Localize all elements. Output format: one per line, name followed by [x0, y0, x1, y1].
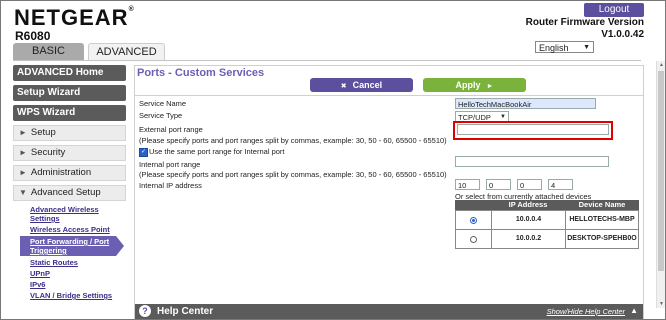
scrollbar-thumb[interactable]: [658, 71, 664, 271]
language-value: English: [539, 43, 569, 53]
table-header-select: [455, 200, 491, 210]
sidebar-item-setup[interactable]: ► Setup: [13, 125, 126, 141]
internal-port-hint: (Please specify ports and port ranges sp…: [139, 170, 447, 179]
sidebar: ADVANCED Home Setup Wizard WPS Wizard ► S…: [13, 65, 127, 302]
sidebar-item-security[interactable]: ► Security: [13, 145, 126, 161]
same-range-label: Use the same port range for Internal por…: [149, 147, 285, 156]
sidebar-item-label: Security: [30, 147, 66, 158]
close-icon: ✖: [340, 83, 347, 90]
device-radio[interactable]: [470, 216, 477, 224]
chevron-right-icon: ►: [19, 148, 27, 157]
tab-advanced[interactable]: ADVANCED: [88, 43, 165, 61]
firmware-version: V1.0.0.42: [601, 29, 644, 40]
sidebar-item-advanced-setup[interactable]: ▼ Advanced Setup: [13, 185, 126, 201]
table-header-device: Device Name: [565, 200, 639, 210]
help-icon: ?: [139, 305, 151, 317]
submenu-advanced-wireless[interactable]: Advanced Wireless Settings: [30, 205, 127, 223]
chevron-up-icon: ▲: [630, 306, 638, 315]
service-name-label: Service Name: [139, 99, 187, 108]
main-content: Ports - Custom Services ✖ Cancel Apply ► S…: [134, 65, 644, 319]
advanced-setup-submenu: Advanced Wireless Settings Wireless Acce…: [13, 205, 127, 300]
netgear-logo: NETGEAR®: [14, 5, 135, 30]
firmware-label: Router Firmware Version: [525, 17, 644, 28]
external-port-hint: (Please specify ports and port ranges sp…: [139, 136, 447, 145]
submenu-upnp[interactable]: UPnP: [30, 269, 127, 278]
chevron-down-icon: ▼: [583, 44, 590, 51]
router-admin-window: NETGEAR® R6080 Logout Router Firmware Ve…: [0, 0, 666, 320]
internal-ip-label: Internal IP address: [139, 181, 202, 190]
sidebar-item-label: Advanced Setup: [30, 187, 101, 198]
submenu-vlan[interactable]: VLAN / Bridge Settings: [30, 291, 127, 300]
submenu-wireless-ap[interactable]: Wireless Access Point: [30, 225, 127, 234]
logout-button[interactable]: Logout: [584, 3, 644, 17]
chevron-right-icon: ►: [19, 168, 27, 177]
sidebar-item-wps-wizard[interactable]: WPS Wizard: [13, 105, 126, 121]
external-port-input[interactable]: [457, 124, 609, 135]
submenu-ipv6[interactable]: IPv6: [30, 280, 127, 289]
submenu-static-routes[interactable]: Static Routes: [30, 258, 127, 267]
sidebar-item-setup-wizard[interactable]: Setup Wizard: [13, 85, 126, 101]
table-header-ip: IP Address: [491, 200, 565, 210]
router-model: R6080: [15, 29, 51, 43]
sidebar-item-label: Administration: [30, 167, 92, 178]
tab-divider: [13, 60, 641, 61]
help-center-title: Help Center: [157, 306, 214, 317]
device-ip-cell: 10.0.0.2: [491, 229, 566, 249]
apply-button[interactable]: Apply ►: [423, 78, 526, 92]
language-select[interactable]: English ▼: [535, 41, 594, 53]
device-name-cell: HELLOTECHS-MBP: [565, 210, 639, 230]
scroll-down-icon[interactable]: ▼: [659, 301, 664, 307]
cancel-label: Cancel: [352, 80, 383, 90]
device-name-cell: DESKTOP-SPEHB0O: [565, 229, 639, 249]
help-center-bar: ? Help Center Show/Hide Help Center ▲: [135, 304, 643, 319]
sidebar-item-administration[interactable]: ► Administration: [13, 165, 126, 181]
sidebar-item-advanced-home[interactable]: ADVANCED Home: [13, 65, 126, 81]
same-range-checkbox[interactable]: ✓: [139, 148, 148, 157]
device-radio-cell[interactable]: [455, 229, 492, 249]
tab-basic[interactable]: BASIC: [13, 43, 84, 60]
arrow-right-icon: ►: [486, 83, 494, 90]
external-port-label: External port range: [139, 125, 203, 134]
service-type-label: Service Type: [139, 111, 183, 120]
internal-port-input[interactable]: [455, 156, 609, 167]
ip-octet-4[interactable]: 4: [548, 179, 573, 190]
ip-octet-1[interactable]: 10: [455, 179, 480, 190]
internal-port-label: Internal port range: [139, 160, 201, 169]
service-name-input[interactable]: HelloTechMacBookAir: [455, 98, 596, 109]
toggle-help-center-link[interactable]: Show/Hide Help Center: [547, 307, 625, 316]
device-radio-cell[interactable]: [455, 210, 492, 230]
chevron-down-icon: ▼: [19, 188, 27, 197]
apply-label: Apply: [455, 80, 481, 90]
scroll-up-icon[interactable]: ▲: [659, 62, 664, 68]
device-radio[interactable]: [470, 235, 477, 243]
ip-octet-2[interactable]: 0: [486, 179, 511, 190]
sidebar-item-label: Setup: [30, 127, 56, 138]
chevron-right-icon: ►: [19, 128, 27, 137]
page-title: Ports - Custom Services: [137, 67, 265, 79]
cancel-button[interactable]: ✖ Cancel: [310, 78, 413, 92]
ip-octet-3[interactable]: 0: [517, 179, 542, 190]
device-ip-cell: 10.0.0.4: [491, 210, 566, 230]
submenu-port-forwarding[interactable]: Port Forwarding / Port Triggering: [20, 236, 124, 256]
content-divider: [135, 95, 643, 96]
